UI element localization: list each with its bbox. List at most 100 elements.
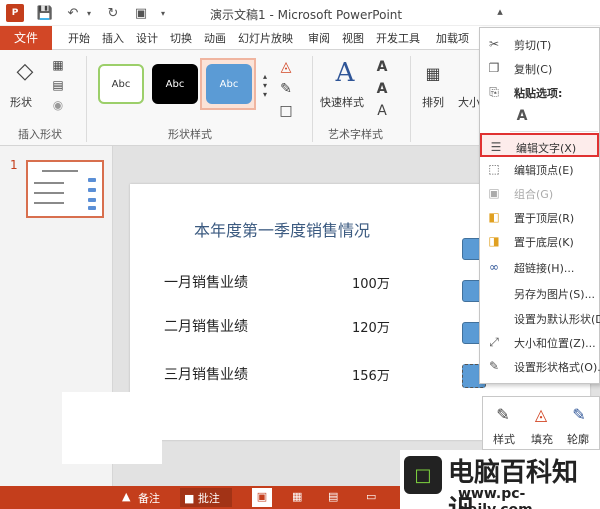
divider [312, 56, 313, 142]
comments-button[interactable]: ■ 批注 [180, 488, 232, 507]
fill-icon[interactable]: ◬ [529, 403, 553, 425]
text-effects-icon[interactable]: A [372, 102, 392, 120]
undo-dropdown-icon[interactable]: ▾ [80, 4, 98, 22]
mini-style-button[interactable]: 样式 [493, 431, 515, 447]
menu-item-label: 复制(C) [514, 63, 553, 76]
arrange-icon[interactable]: ▦ [422, 62, 444, 84]
mini-outline-button[interactable]: 轮廓 [567, 431, 589, 447]
notes-icon[interactable]: ▲ [122, 490, 130, 503]
edit-shape-icon[interactable]: ▦ [48, 58, 68, 72]
comments-icon: ■ [184, 492, 195, 505]
slide-number: 1 [10, 158, 18, 172]
tab-home[interactable]: 开始 [68, 30, 90, 46]
menu-item-edit-points[interactable]: ⬚ 编辑顶点(E) [480, 157, 599, 181]
normal-view-icon[interactable]: ▣ [252, 488, 272, 507]
style-icon[interactable]: ✎ [491, 403, 515, 425]
menu-item-copy[interactable]: ❐ 复制(C) [480, 56, 599, 80]
edit-text-icon: ☰ [490, 140, 502, 154]
row-label-march[interactable]: 三月销售业绩 [164, 364, 248, 384]
quick-styles-icon[interactable]: A [330, 58, 360, 88]
slide-title[interactable]: 本年度第一季度销售情况 [194, 217, 370, 241]
row-label-january[interactable]: 一月销售业绩 [164, 272, 248, 292]
menu-item-send-to-back[interactable]: ◨ 置于底层(K) [480, 229, 599, 253]
tab-review[interactable]: 审阅 [308, 30, 330, 46]
tab-design[interactable]: 设计 [136, 30, 158, 46]
thumb-shape [88, 178, 96, 182]
shape-outline-icon[interactable]: ✎ [276, 80, 296, 98]
tab-slideshow[interactable]: 幻灯片放映 [238, 30, 293, 46]
customize-qa-icon[interactable]: ▾ [154, 4, 172, 22]
slide-sorter-icon[interactable]: ▦ [292, 490, 302, 503]
redo-icon[interactable]: ↻ [104, 4, 122, 22]
copy-icon: ❐ [488, 61, 500, 75]
menu-item-label: 大小和位置(Z)... [514, 337, 596, 350]
menu-item-label: 设置形状格式(O)... [514, 361, 600, 374]
textbox-icon[interactable]: ▤ [48, 78, 68, 92]
save-icon[interactable]: 💾 [36, 4, 54, 22]
menu-item-size-and-position[interactable]: ⤢ 大小和位置(Z)... [480, 330, 599, 354]
menu-item-label: 设置为默认形状(D) [514, 313, 600, 326]
gallery-scroll-icon[interactable]: ▴ ▾ ▾ [260, 62, 270, 108]
menu-item-bring-to-front[interactable]: ◧ 置于顶层(R) [480, 205, 599, 229]
thumb-shape [88, 198, 96, 202]
slideshow-icon[interactable]: ▣ [132, 4, 150, 22]
tab-addins[interactable]: 加载项 [436, 30, 469, 46]
slide-thumbnail[interactable] [26, 160, 104, 218]
slideshow-view-icon[interactable]: ▭ [366, 490, 376, 503]
thumb-row-line [34, 192, 64, 194]
shape-effects-icon[interactable]: □ [276, 102, 296, 120]
notes-button[interactable]: 备注 [138, 490, 160, 506]
tab-transitions[interactable]: 切换 [170, 30, 192, 46]
edit-points-icon: ⬚ [488, 162, 500, 176]
text-fill-icon[interactable]: A [372, 58, 392, 76]
mini-fill-button[interactable]: 填充 [531, 431, 553, 447]
row-value-march[interactable]: 156万 [352, 365, 390, 384]
shape-fill-icon[interactable]: ◬ [276, 58, 296, 76]
shape-style-white[interactable]: Abc [98, 64, 144, 104]
menu-item-group[interactable]: ▣ 组合(G) [480, 181, 599, 205]
wordart-group-label: 艺术字样式 [328, 128, 383, 141]
menu-item-label: 置于顶层(R) [514, 212, 575, 225]
watermark: □ 电脑百科知识 www.pc-daily.com [400, 450, 600, 509]
menu-item-hyperlink[interactable]: ∞ 超链接(H)... [480, 255, 599, 279]
shape-style-black[interactable]: Abc [152, 64, 198, 104]
thumb-title-line [42, 170, 78, 172]
mini-toolbar: ✎ ◬ ✎ 样式 填充 轮廓 [482, 396, 600, 450]
tab-view[interactable]: 视图 [342, 30, 364, 46]
context-menu: ✂ 剪切(T) ❐ 复制(C) ⎘ 粘贴选项: A ☰ 编辑文字(X) ⬚ 编辑… [479, 27, 600, 384]
outline-icon[interactable]: ✎ [567, 403, 591, 425]
send-back-icon: ◨ [488, 234, 500, 248]
reading-view-icon[interactable]: ▤ [328, 490, 338, 503]
menu-item-edit-text[interactable]: ☰ 编辑文字(X) [480, 133, 599, 157]
menu-item-cut[interactable]: ✂ 剪切(T) [480, 32, 599, 56]
ribbon-display-icon[interactable]: ▴ [492, 5, 508, 21]
menu-item-paste-keep-text[interactable]: A [480, 104, 599, 130]
format-shape-icon: ✎ [488, 359, 500, 373]
menu-item-label: 超链接(H)... [514, 262, 575, 275]
row-value-february[interactable]: 120万 [352, 317, 390, 336]
window-title: 演示文稿1 - Microsoft PowerPoint [210, 8, 403, 22]
menu-item-label: 剪切(T) [514, 39, 552, 52]
shapes-icon[interactable]: ◇ [12, 58, 38, 84]
paste-text-icon: A [516, 108, 528, 124]
size-button[interactable]: 大小 [458, 94, 480, 110]
tab-animations[interactable]: 动画 [204, 30, 226, 46]
bring-front-icon: ◧ [488, 210, 500, 224]
menu-item-set-default-shape[interactable]: 设置为默认形状(D) [480, 306, 600, 330]
tab-developer[interactable]: 开发工具 [376, 30, 420, 46]
watermark-logo-icon: □ [404, 456, 442, 494]
arrange-button[interactable]: 排列 [422, 94, 444, 110]
shape-style-blue[interactable]: Abc [206, 64, 252, 104]
shapes-button[interactable]: 形状 [10, 94, 32, 110]
tab-file[interactable]: 文件 [0, 26, 52, 50]
merge-shapes-icon[interactable]: ◉ [48, 98, 68, 112]
menu-item-format-shape[interactable]: ✎ 设置形状格式(O)... [480, 354, 600, 378]
thumb-row-line [34, 202, 64, 204]
tab-insert[interactable]: 插入 [102, 30, 124, 46]
text-outline-icon[interactable]: A [372, 80, 392, 98]
quick-styles-button[interactable]: 快速样式 [320, 94, 364, 110]
menu-item-save-as-picture[interactable]: 另存为图片(S)... [480, 281, 599, 305]
row-value-january[interactable]: 100万 [352, 273, 390, 292]
menu-item-paste-options: ⎘ 粘贴选项: [480, 80, 599, 104]
row-label-february[interactable]: 二月销售业绩 [164, 316, 248, 336]
